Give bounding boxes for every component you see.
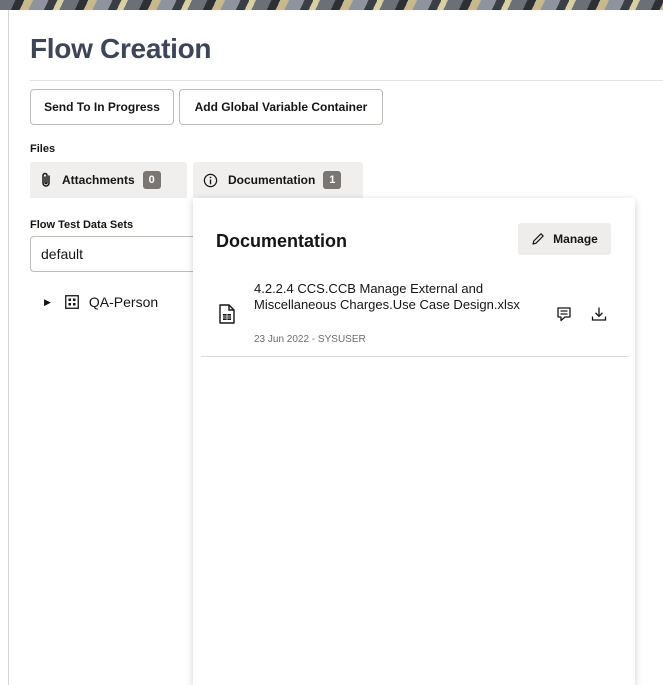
- documentation-count-badge: 1: [323, 171, 342, 189]
- title-divider: [30, 80, 663, 81]
- send-to-in-progress-button[interactable]: Send To In Progress: [30, 89, 174, 125]
- tab-attachments-label: Attachments: [62, 173, 135, 187]
- tab-attachments[interactable]: Attachments 0: [30, 162, 187, 198]
- page-title: Flow Creation: [30, 33, 212, 64]
- manage-button-label: Manage: [553, 232, 598, 246]
- info-icon: [203, 173, 218, 188]
- flow-test-data-sets-label: Flow Test Data Sets: [30, 219, 134, 231]
- grid-icon: [65, 295, 79, 309]
- document-meta: 23 Jun 2022 - SYSUSER: [254, 334, 366, 345]
- spreadsheet-file-icon: [219, 304, 235, 329]
- documentation-panel-title: Documentation: [216, 231, 348, 251]
- comment-icon[interactable]: [556, 306, 572, 327]
- header-banner: [0, 0, 663, 10]
- documentation-panel: Documentation Manage 4.2.2.4 CCS.CCB Man…: [193, 198, 635, 685]
- caret-right-icon[interactable]: ▶: [44, 297, 51, 308]
- document-list-item[interactable]: 4.2.2.4 CCS.CCB Manage External and Misc…: [201, 272, 629, 357]
- add-global-variable-container-button[interactable]: Add Global Variable Container: [179, 89, 383, 125]
- download-icon[interactable]: [591, 306, 607, 327]
- left-border: [8, 10, 9, 685]
- paperclip-icon: [40, 172, 52, 188]
- tab-documentation[interactable]: Documentation 1: [193, 162, 363, 198]
- data-set-select[interactable]: default: [30, 236, 210, 272]
- pencil-icon: [531, 232, 545, 246]
- document-name[interactable]: 4.2.2.4 CCS.CCB Manage External and Misc…: [254, 281, 524, 313]
- tab-documentation-label: Documentation: [228, 173, 316, 187]
- manage-button[interactable]: Manage: [518, 223, 611, 255]
- files-label: Files: [30, 143, 56, 155]
- tree-item-qa-person[interactable]: ▶ QA-Person: [44, 294, 158, 310]
- tree-item-label: QA-Person: [88, 294, 159, 310]
- attachments-count-badge: 0: [142, 171, 161, 189]
